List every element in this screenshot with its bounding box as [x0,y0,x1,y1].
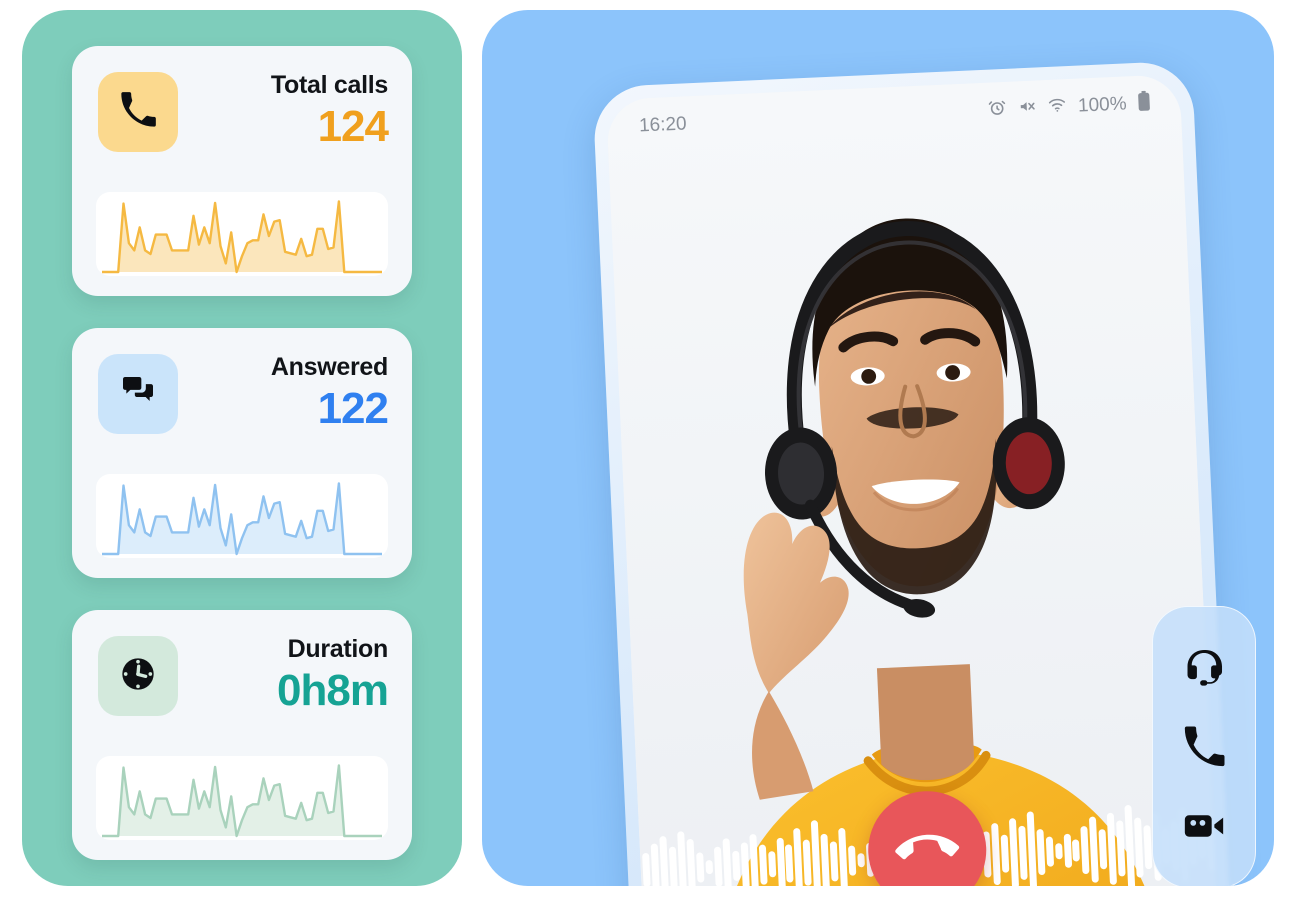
sparkline-answered [96,474,388,558]
sparkline-total-calls [96,192,388,276]
chat-bubbles-icon-tile [98,354,178,434]
waveform-bar [793,827,804,886]
chat-bubbles-icon [118,372,158,417]
stat-label: Answered [270,353,388,381]
battery-icon [1137,90,1151,118]
phone-handset-icon-tile [98,72,178,152]
waveform-bar [659,836,670,886]
waveform-bar [803,839,813,886]
stat-value: 122 [317,384,389,433]
stat-card-answered[interactable]: Answered 122 [72,328,412,578]
card-header: Answered 122 [98,352,389,446]
card-header: Duration 0h8m [98,634,389,728]
waveform-bar [820,833,831,886]
stat-label: Duration [287,635,389,663]
waveform-bar [758,844,768,885]
waveform-bar [1134,817,1144,878]
waveform-bar [1045,836,1054,867]
waveform-bar [1036,828,1046,876]
waveform-bar [1000,834,1010,873]
headset-icon[interactable] [1181,645,1227,691]
waveform-bar [1080,825,1090,875]
waveform-bar [705,859,713,875]
waveform-bar [857,853,866,868]
waveform-bar [695,852,705,883]
card-text-block: Duration 0h8m [277,634,389,716]
waveform-bar [990,822,1001,886]
stat-value: 124 [317,102,389,151]
stat-label: Total calls [270,71,388,99]
phone-icon[interactable] [1181,724,1227,770]
waveform-bar [731,850,741,882]
waveform-bar [642,852,651,886]
waveform-bar [650,843,660,886]
waveform-bar [740,842,750,886]
stat-value: 0h8m [277,666,389,715]
waveform-bar [1098,829,1108,870]
sparkline-svg [102,200,382,274]
battery-percent-label: 100% [1077,93,1128,117]
waveform-bar [1116,820,1126,877]
waveform-bar [1017,825,1028,881]
wifi-icon [1048,95,1068,121]
clock-icon [118,654,158,699]
waveform-bar [1054,843,1063,860]
stat-card-total-calls[interactable]: Total calls 124 [72,46,412,296]
video-call-panel: 16:20 100% [482,10,1274,886]
card-text-block: Answered 122 [270,352,389,434]
status-icons: 100% [988,90,1152,124]
waveform-bar [776,837,786,886]
sparkline-duration [96,756,388,840]
waveform-bar [1026,811,1037,886]
sparkline-svg [102,482,382,556]
waveform-bar [785,844,795,883]
phone-handset-icon [118,90,158,135]
waveform-bar [668,846,678,886]
sparkline-svg [102,764,382,838]
stats-panel: Total calls 124 Answered 122 Duration 0h… [22,10,462,886]
waveform-bar [1072,839,1081,862]
waveform-bar [676,831,688,886]
alarm-icon [988,97,1008,123]
waveform-bar [767,851,776,878]
waveform-bar [713,846,723,886]
video-camera-icon[interactable] [1181,803,1227,849]
card-text-block: Total calls 124 [270,70,389,152]
waveform-bar [1063,833,1072,868]
end-call-button[interactable] [865,788,989,886]
mute-bell-icon [1018,96,1038,122]
status-time: 16:20 [638,113,688,137]
waveform-bar [748,833,759,886]
waveform-bar [686,838,696,886]
device-screen: 16:20 100% [605,73,1219,886]
clock-icon-tile [98,636,178,716]
waveform-bar [830,841,839,882]
stat-card-duration[interactable]: Duration 0h8m [72,610,412,860]
waveform-bar [722,838,732,886]
waveform-bar [1124,804,1136,886]
side-control-dock [1152,606,1256,886]
tablet-device: 16:20 100% [592,60,1232,886]
waveform-bar [838,827,849,886]
poster-stage: Total calls 124 Answered 122 Duration 0h… [0,0,1296,913]
phone-hangup-icon [895,820,960,881]
waveform-bar [848,845,857,876]
waveform-bar [811,820,822,886]
card-header: Total calls 124 [98,70,389,164]
waveform-bar [1089,816,1100,883]
